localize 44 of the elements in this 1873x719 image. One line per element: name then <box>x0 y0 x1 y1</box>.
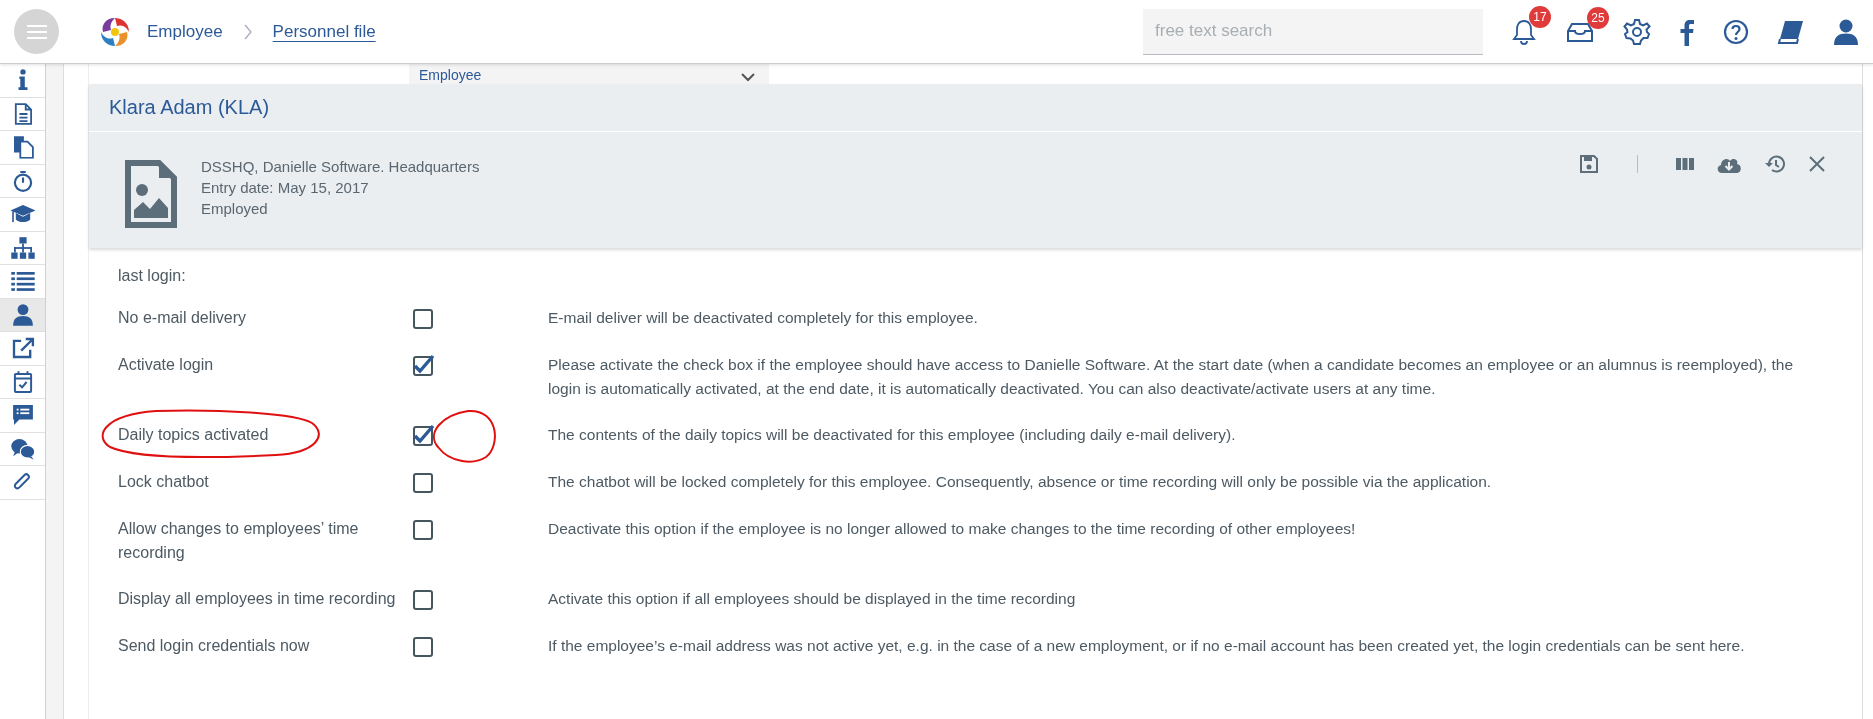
help-icon[interactable] <box>1723 18 1749 45</box>
employee-name: Klara Adam (KLA) <box>108 95 271 120</box>
save-icon[interactable] <box>1579 154 1599 174</box>
book-icon[interactable] <box>1777 18 1805 45</box>
list-icon <box>9 269 36 293</box>
breadcrumb-link[interactable]: Personnel file <box>272 21 376 42</box>
setting-label: Allow changes to employees’ time recording <box>118 519 360 563</box>
setting-label: Daily topics activated <box>118 425 270 445</box>
employee-detail: DSSHQ, Danielle Software. Headquarters <box>201 157 480 177</box>
setting-description: Please activate the check box if the employee should have access to Danielle Software. At the start date (when a candidate becomes an employee or an alumnus is reemployed), the login is automatically activated, at the end date, it is automatically deactivated. You can also deactivate/activate users at any time. <box>548 355 1795 399</box>
message-count: 25 <box>1587 6 1609 29</box>
hierarchy-icon <box>9 236 36 260</box>
employee-detail: Entry date: May 15, 2017 <box>201 178 370 198</box>
sidebar-item[interactable] <box>0 298 45 332</box>
employee-dropdown[interactable]: Employee <box>409 64 769 84</box>
setting-label: Activate login <box>118 355 215 375</box>
setting-description: If the employee’s e-mail address was not active yet, e.g. in the case of a new employment, or if no e-mail account has been created yet, the login credentials can be sent here. <box>548 636 1746 656</box>
close-icon[interactable] <box>1808 155 1826 173</box>
notification-count: 17 <box>1529 5 1551 28</box>
setting-description: The chatbot will be locked completely for this employee. Consequently, absence or time recording will only be possible via the application. <box>548 472 1493 492</box>
columns-icon[interactable] <box>1676 157 1694 171</box>
employee-detail: Employed <box>201 199 269 219</box>
setting-label: Lock chatbot <box>118 472 210 492</box>
setting-label: Send login credentials now <box>118 636 311 656</box>
history-icon[interactable] <box>1764 154 1786 174</box>
user-icon[interactable] <box>1833 17 1859 46</box>
image-placeholder-icon <box>125 160 177 228</box>
setting-label: No e-mail delivery <box>118 308 248 328</box>
facebook-icon[interactable] <box>1679 17 1695 46</box>
setting-description: Deactivate this option if the employee is no longer allowed to make changes to the time recording of other employees! <box>548 519 1357 539</box>
breadcrumb-item[interactable]: Employee <box>147 21 223 42</box>
checkbox[interactable] <box>410 422 436 448</box>
chevron-icon <box>242 23 253 40</box>
settings-icon[interactable] <box>1623 17 1651 46</box>
checkbox[interactable] <box>410 352 436 378</box>
last-login-label: last login: <box>118 266 187 286</box>
chat-bubbles-icon <box>9 437 36 461</box>
setting-description: Activate this option if all employees should be displayed in the time recording <box>548 589 1077 609</box>
menu-icon <box>26 24 47 39</box>
setting-description: E-mail deliver will be deactivated completely for this employee. <box>548 308 979 328</box>
setting-label: Display all employees in time recording <box>118 589 397 609</box>
setting-description: The contents of the daily topics will be deactivated for this employee (including daily e-mail delivery). <box>548 425 1237 445</box>
search-field[interactable]: free text search <box>1143 8 1483 55</box>
chevron-icon <box>741 73 755 82</box>
